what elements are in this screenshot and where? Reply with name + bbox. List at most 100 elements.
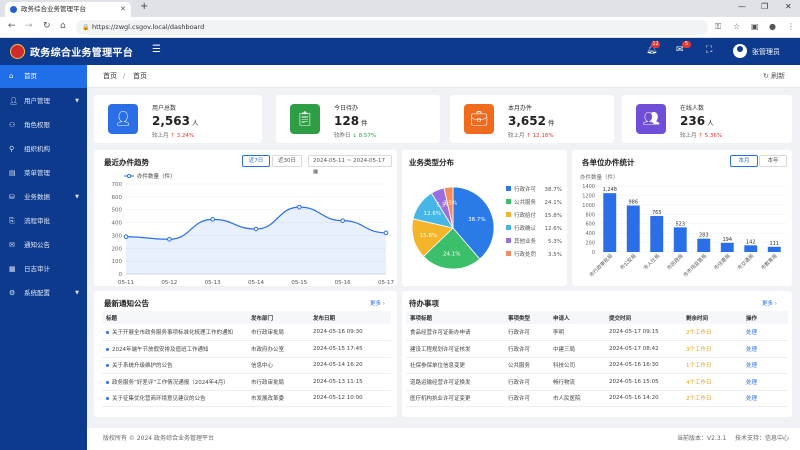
sidebar-item-roles[interactable]: ⚇ 角色权限: [0, 114, 87, 137]
process-link[interactable]: 处理: [742, 373, 788, 391]
x-tick-label: 市民政局: [666, 252, 685, 271]
browser-menu-icon[interactable]: ⋮: [787, 22, 795, 31]
legend-value: 38.7%: [545, 187, 562, 193]
process-link[interactable]: 处理: [742, 340, 788, 358]
user-name[interactable]: 张管理员: [752, 47, 780, 57]
sidebar: ⌂ 首页 👤︎ 用户管理 ▼ ⚇ 角色权限 ⚲ 组织机构 ▤ 菜单管理 ⛁ 业务数据 ▼ ⎘ 流程…: [0, 65, 87, 450]
stat-card-users[interactable]: 👤︎ 用户总数 2,563 人 较上月 ↑ 3.24%: [94, 95, 262, 143]
sidebar-item-label: 通知公告: [24, 241, 50, 249]
stat-card-monthly[interactable]: 💼︎ 本月办件 3,652 件 较上月 ↑ 12.18%: [450, 95, 614, 143]
todo-more-link[interactable]: 更多 ›: [762, 299, 777, 307]
stat-label: 本月办件: [508, 105, 533, 112]
home-browser-icon[interactable]: ⌂: [60, 21, 66, 31]
legend-swatch: [506, 186, 511, 191]
pie-chart-title: 业务类型分布: [409, 158, 454, 167]
chevron-down-icon: ▼: [75, 290, 79, 296]
process-link[interactable]: 处理: [742, 324, 788, 341]
stat-card-online[interactable]: 👥︎ 在线人数 236 人 较上月 ↑ 5.36%: [622, 95, 792, 143]
sidebar-item-label: 流程审批: [24, 217, 50, 225]
fullscreen-icon[interactable]: ⛶: [706, 45, 712, 55]
table-row[interactable]: 关于开展全市政务服务事项标准化梳理工作的通知 市行政审批局 2024-05-16 0…: [102, 324, 391, 341]
bar: [697, 238, 711, 252]
process-link[interactable]: 处理: [742, 357, 788, 374]
close-window-icon[interactable]: ✕: [785, 2, 792, 11]
minimize-icon[interactable]: —: [738, 2, 746, 11]
sidebar-item-log[interactable]: ▦ 日志审计: [0, 258, 87, 281]
y-tick-label: 600: [585, 222, 595, 228]
todo-title: 待办事项: [409, 299, 439, 308]
sidebar-item-label: 菜单管理: [24, 169, 50, 177]
profile-icon[interactable]: ●: [769, 22, 776, 31]
col-header: 事项标题: [406, 311, 504, 324]
slice-label: 3.5%: [443, 201, 457, 207]
notice-table: 标题 发布部门 发布日期 关于开展全市政务服务事项标准化梳理工作的通知 市行政审批…: [102, 311, 391, 407]
table-row[interactable]: 2024年端午节放假安排及值班工作通知 市政府办公室 2024-05-15 17:4…: [102, 340, 391, 358]
y-tick-label: 100: [112, 259, 123, 265]
bar: [744, 245, 758, 252]
forward-icon[interactable]: →: [25, 21, 33, 31]
sidebar-item-label: 日志审计: [24, 265, 50, 273]
sidebar-item-notice[interactable]: ✉ 通知公告: [0, 234, 87, 257]
sidebar-item-users[interactable]: 👤︎ 用户管理 ▼: [0, 90, 87, 113]
col-header: 操作: [742, 311, 788, 324]
breadcrumb-root[interactable]: 首页: [103, 65, 117, 88]
bar-value-label: 111: [769, 241, 779, 247]
month-button[interactable]: 本月: [730, 155, 758, 167]
table-row: 道路运输经营许可证换发 行政许可 畅行物流 2024-05-16 15:05 4个工作日…: [406, 373, 788, 391]
close-tab-icon[interactable]: ✕: [120, 2, 126, 17]
sidebar-item-org[interactable]: ⚲ 组织机构: [0, 138, 87, 161]
sidebar-item-data[interactable]: ⛁ 业务数据 ▼: [0, 186, 87, 209]
col-header: 事项类型: [504, 311, 549, 324]
last-7-days-button[interactable]: 近7日: [242, 155, 270, 167]
extensions-icon[interactable]: ▣: [751, 22, 759, 31]
table-row[interactable]: 关于征集优化营商环境意见建议的公告 市发展改革委 2024-05-12 10:00: [102, 390, 391, 407]
sidebar-item-menu[interactable]: ▤ 菜单管理: [0, 162, 87, 185]
collapse-menu-icon[interactable]: ☰: [152, 44, 161, 55]
x-tick-label: 市公安局: [619, 252, 638, 271]
stat-compare: 较上月 ↑ 12.18%: [508, 133, 554, 139]
breadcrumb: 首页 / 首页 ↻ 刷新: [87, 65, 800, 88]
last-30-days-button[interactable]: 近30日: [272, 155, 302, 167]
bullet-icon: [106, 347, 109, 351]
new-tab-icon[interactable]: +: [140, 1, 148, 12]
maximize-icon[interactable]: ❐: [761, 2, 768, 11]
stat-card-todo[interactable]: 📋︎ 今日待办 128 件 较昨日 ↓ 8.57%: [276, 95, 440, 143]
briefcase-icon: 💼︎: [464, 104, 494, 134]
sidebar-item-home[interactable]: ⌂ 首页: [0, 65, 87, 88]
bar-value-label: 283: [699, 233, 709, 239]
sidebar-item-flow[interactable]: ⎘ 流程审批: [0, 210, 87, 233]
table-row: 食品经营许可证新办申请 行政许可 李明 2024-05-17 09:15 2个工作日 处理: [406, 324, 788, 341]
back-icon[interactable]: ←: [8, 21, 16, 31]
stat-value: 2,563 人: [152, 114, 199, 128]
app-title: 政务综合业务管理平台: [30, 48, 133, 59]
url-field[interactable]: 🔒 https://zwgl.csgov.local/dashboard: [76, 20, 708, 35]
tab-title: 政务综合业务管理平台: [21, 5, 86, 13]
database-icon: ⛁: [9, 193, 15, 201]
todo-card: 待办事项 更多 › 事项标题 事项类型 申请人 提交时间 剩余时间 操作 食品经…: [402, 291, 792, 417]
x-tick-label: 市人社局: [642, 252, 661, 271]
log-icon: ▦: [9, 265, 16, 273]
refresh-button[interactable]: ↻ 刷新: [763, 65, 785, 88]
notice-more-link[interactable]: 更多 ›: [370, 299, 385, 307]
copyright: 版权所有 © 2024 政务综合业务管理平台: [103, 435, 214, 442]
col-header: 发布部门: [247, 311, 309, 324]
y-tick-label: 300: [112, 233, 123, 239]
business-type-pie: 38.7% 行政许可 38.7% 24.1% 公共服务 24.1% 15.8% 行政给付 15.…: [411, 185, 562, 270]
unit-chart-card: 各单位办件统计 本月 本年 办件数量（件） 0 200 400 600 800 1000 12…: [572, 150, 792, 286]
reload-icon[interactable]: ↻: [43, 21, 51, 31]
date-range-picker[interactable]: 2024-05-11 ~ 2024-05-17 ▦: [308, 155, 392, 175]
table-row[interactable]: 关于系统升级维护的公告 信息中心 2024-05-14 16:20: [102, 357, 391, 374]
table-row[interactable]: 政务服务“好差评”工作情况通报（2024年4月） 市行政审批局 2024-05-13…: [102, 373, 391, 391]
role-icon: ⚇: [9, 121, 16, 129]
browser-tab[interactable]: 政务综合业务管理平台 ✕: [5, 2, 131, 17]
process-link[interactable]: 处理: [742, 390, 788, 407]
year-button[interactable]: 本年: [759, 155, 787, 167]
star-icon[interactable]: ☆: [733, 22, 740, 31]
key-icon[interactable]: ⚿: [715, 22, 721, 32]
sidebar-item-settings[interactable]: ⚙ 系统配置 ▼: [0, 282, 87, 305]
unit-bar-chart: 办件数量（件） 0 200 400 600 800 1000 1200 1400 1,248 市行政…: [580, 173, 786, 279]
slice-label: 12.6%: [424, 211, 441, 217]
user-icon: 👤︎: [9, 97, 18, 105]
bar-value-label: 1,248: [603, 187, 617, 193]
avatar[interactable]: [733, 44, 747, 58]
